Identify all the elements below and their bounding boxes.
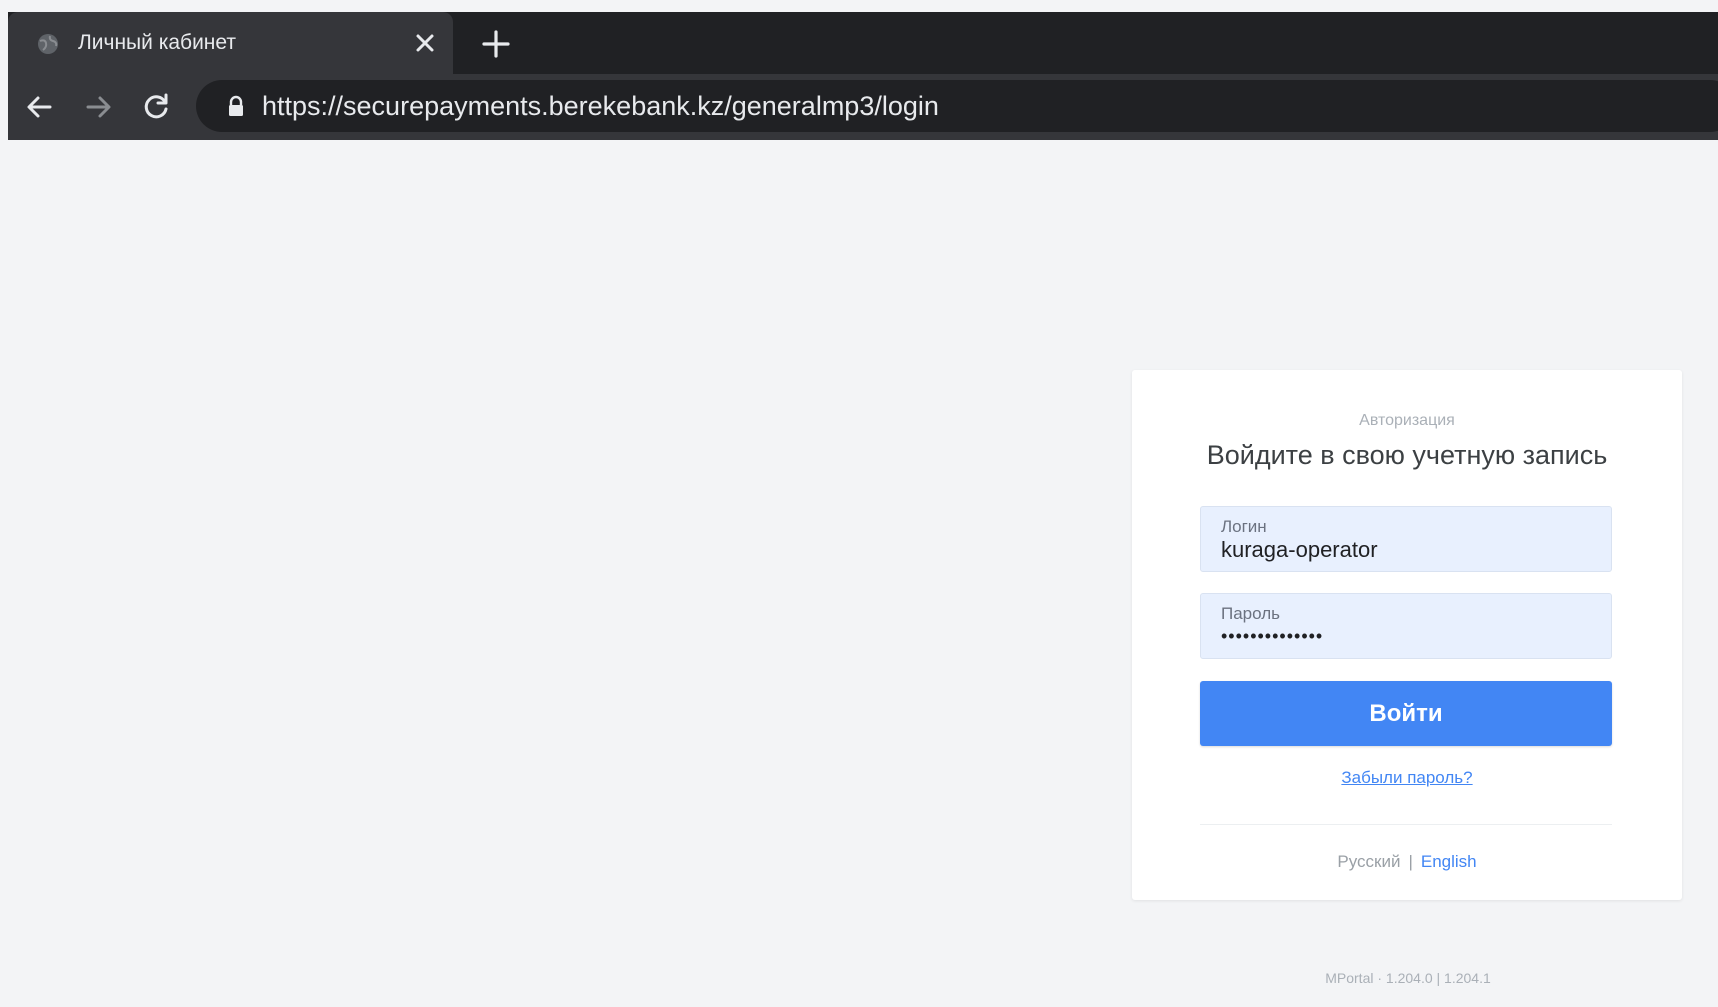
- tab-title: Личный кабинет: [78, 31, 236, 54]
- address-bar[interactable]: https://securepayments.berekebank.kz/gen…: [196, 80, 1718, 132]
- lang-russian[interactable]: Русский: [1337, 852, 1400, 871]
- close-icon[interactable]: [410, 28, 440, 58]
- lang-english[interactable]: English: [1421, 852, 1477, 871]
- url-text[interactable]: https://securepayments.berekebank.kz/gen…: [262, 91, 939, 122]
- left-margin: [0, 0, 8, 1007]
- lock-icon[interactable]: [226, 95, 246, 117]
- username-field[interactable]: Логин: [1200, 506, 1612, 572]
- version-footer: MPortal · 1.204.0 | 1.204.1: [1325, 970, 1491, 986]
- globe-icon: [36, 32, 60, 56]
- page-title: Войдите в свою учетную запись: [1206, 440, 1608, 470]
- reload-icon[interactable]: [136, 87, 176, 127]
- browser-chrome: Личный кабинет https://securepayments.be…: [8, 12, 1718, 140]
- browser-tab[interactable]: Личный кабинет: [8, 12, 453, 74]
- language-switcher: Русский | English: [1132, 852, 1682, 872]
- login-card: Авторизация Войдите в свою учетную запис…: [1132, 370, 1682, 900]
- username-input[interactable]: [1221, 537, 1591, 563]
- username-label: Логин: [1221, 517, 1267, 536]
- arrow-left-icon[interactable]: [20, 87, 60, 127]
- top-margin: [0, 0, 1718, 12]
- divider: [1200, 824, 1612, 825]
- password-label: Пароль: [1221, 604, 1280, 623]
- lang-separator: |: [1408, 852, 1413, 871]
- browser-toolbar: https://securepayments.berekebank.kz/gen…: [8, 74, 1718, 140]
- forgot-password-link[interactable]: Забыли пароль?: [1132, 768, 1682, 788]
- arrow-right-icon[interactable]: [78, 87, 118, 127]
- auth-label: Авторизация: [1359, 412, 1455, 429]
- login-button[interactable]: Войти: [1200, 681, 1612, 746]
- password-field[interactable]: Пароль ••••••••••••••: [1200, 593, 1612, 659]
- plus-icon[interactable]: [478, 26, 514, 62]
- password-input[interactable]: ••••••••••••••: [1221, 626, 1591, 647]
